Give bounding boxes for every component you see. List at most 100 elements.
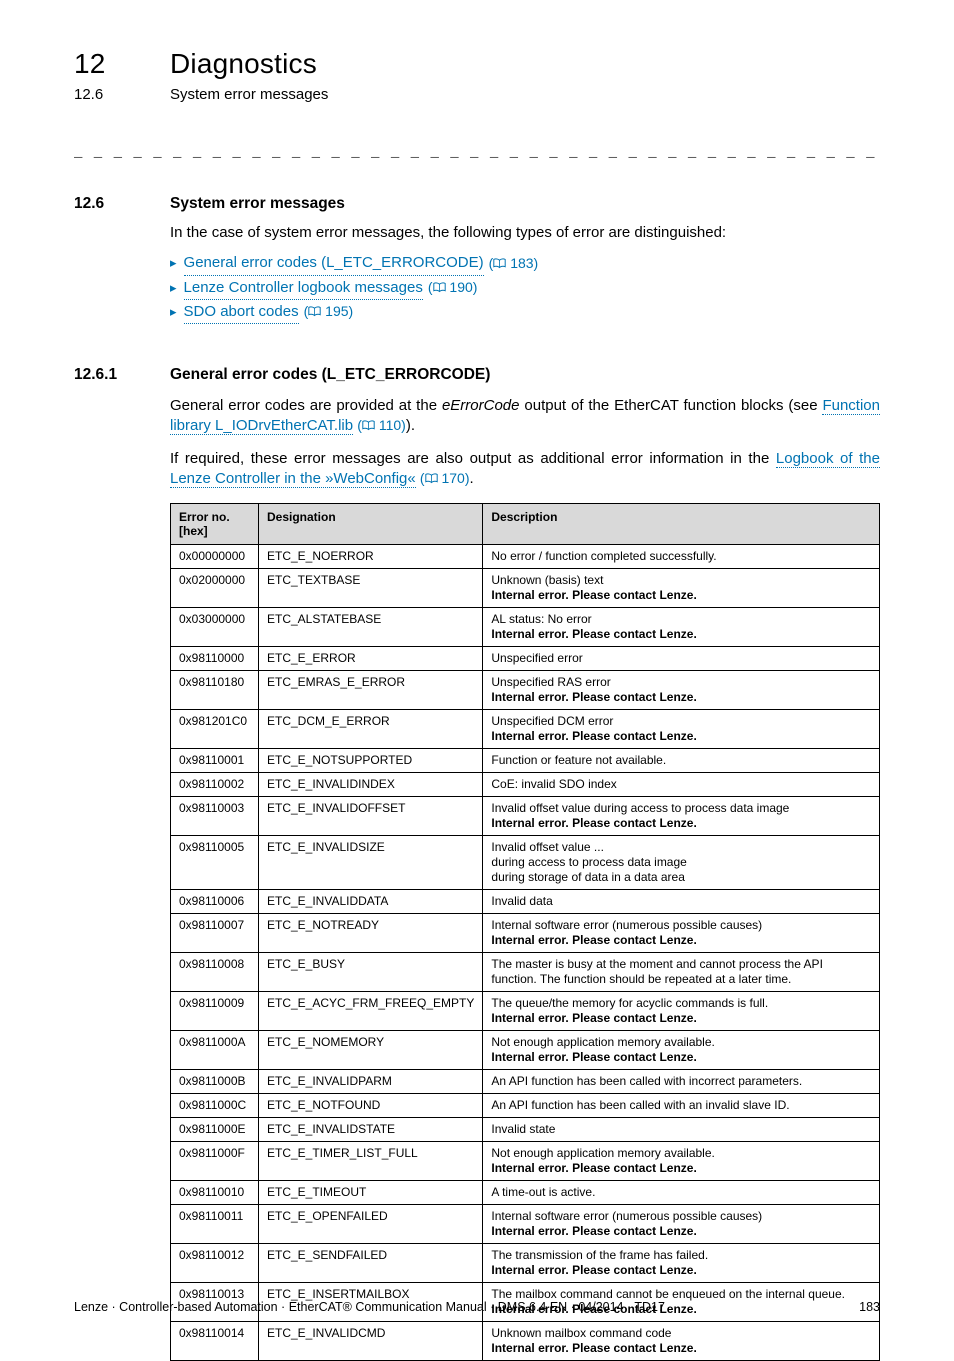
bullet-item: ▸ Lenze Controller logbook messages ( 19… — [170, 276, 880, 300]
book-icon — [433, 282, 446, 293]
chapter-title: Diagnostics — [170, 48, 317, 79]
table-row: 0x02000000ETC_TEXTBASEUnknown (basis) te… — [171, 569, 880, 608]
page-ref-number: 190 — [449, 279, 472, 295]
cell-error-no: 0x98110009 — [171, 992, 259, 1031]
table-row: 0x03000000ETC_ALSTATEBASEAL status: No e… — [171, 608, 880, 647]
cell-description: Internal software error (numerous possib… — [483, 914, 880, 953]
cell-description: Invalid offset value during access to pr… — [483, 797, 880, 836]
cell-description: Unspecified RAS errorInternal error. Ple… — [483, 671, 880, 710]
th-error-no: Error no. [hex] — [171, 504, 259, 545]
page-ref-number: 110 — [379, 417, 401, 433]
page-ref: ( 195) — [304, 301, 354, 323]
cell-error-no: 0x9811000C — [171, 1094, 259, 1118]
page-ref: ( 183) — [489, 253, 539, 275]
subsection-para-2: If required, these error messages are al… — [170, 449, 880, 490]
page-ref: ( 190) — [428, 277, 478, 299]
cell-description: Invalid data — [483, 890, 880, 914]
cell-error-no: 0x98110005 — [171, 836, 259, 890]
cell-error-no: 0x98110180 — [171, 671, 259, 710]
cell-description: Function or feature not available. — [483, 749, 880, 773]
cell-error-no: 0x9811000B — [171, 1070, 259, 1094]
cell-error-no: 0x98110012 — [171, 1244, 259, 1283]
cell-error-no: 0x9811000F — [171, 1142, 259, 1181]
link-logbook-messages[interactable]: Lenze Controller logbook messages — [184, 276, 423, 300]
cell-designation: ETC_DCM_E_ERROR — [259, 710, 483, 749]
table-header-row: Error no. [hex] Designation Description — [171, 504, 880, 545]
cell-designation: ETC_EMRAS_E_ERROR — [259, 671, 483, 710]
cell-description: Invalid state — [483, 1118, 880, 1142]
cell-error-no: 0x98110008 — [171, 953, 259, 992]
page-number: 183 — [859, 1300, 880, 1314]
cell-error-no: 0x98110002 — [171, 773, 259, 797]
table-row: 0x98110002ETC_E_INVALIDINDEXCoE: invalid… — [171, 773, 880, 797]
cell-designation: ETC_E_TIMER_LIST_FULL — [259, 1142, 483, 1181]
cell-description: AL status: No errorInternal error. Pleas… — [483, 608, 880, 647]
subsection-number: 12.6.1 — [74, 366, 170, 384]
cell-error-no: 0x981201C0 — [171, 710, 259, 749]
link-general-error-codes[interactable]: General error codes (L_ETC_ERRORCODE) — [184, 251, 484, 275]
text-fragment: . — [469, 470, 473, 487]
cell-description: CoE: invalid SDO index — [483, 773, 880, 797]
cell-description: Unspecified DCM errorInternal error. Ple… — [483, 710, 880, 749]
section-title: System error messages — [170, 195, 345, 212]
table-row: 0x98110005ETC_E_INVALIDSIZEInvalid offse… — [171, 836, 880, 890]
bullet-list: ▸ General error codes (L_ETC_ERRORCODE) … — [170, 251, 880, 324]
th-description: Description — [483, 504, 880, 545]
cell-description: Internal software error (numerous possib… — [483, 1205, 880, 1244]
cell-designation: ETC_E_INVALIDINDEX — [259, 773, 483, 797]
section-number: 12.6 — [74, 195, 170, 213]
table-row: 0x98110014ETC_E_INVALIDCMDUnknown mailbo… — [171, 1322, 880, 1361]
cell-designation: ETC_E_ACYC_FRM_FREEQ_EMPTY — [259, 992, 483, 1031]
section-heading-top: 12.6System error messages — [74, 86, 880, 103]
subsection-title: General error codes (L_ETC_ERRORCODE) — [170, 366, 490, 383]
cell-description: Unspecified error — [483, 647, 880, 671]
text-fragment: General error codes are provided at the — [170, 397, 442, 414]
text-fragment: output of the EtherCAT function blocks (… — [519, 397, 822, 414]
cell-designation: ETC_E_INVALIDDATA — [259, 890, 483, 914]
cell-description: Invalid offset value ...during access to… — [483, 836, 880, 890]
cell-error-no: 0x98110003 — [171, 797, 259, 836]
cell-designation: ETC_E_INVALIDCMD — [259, 1322, 483, 1361]
text-fragment: If required, these error messages are al… — [170, 450, 776, 467]
book-icon — [308, 306, 321, 317]
table-row: 0x98110003ETC_E_INVALIDOFFSETInvalid off… — [171, 797, 880, 836]
cell-designation: ETC_E_NOTSUPPORTED — [259, 749, 483, 773]
bullet-item: ▸ General error codes (L_ETC_ERRORCODE) … — [170, 251, 880, 275]
cell-designation: ETC_E_NOMEMORY — [259, 1031, 483, 1070]
table-row: 0x00000000ETC_E_NOERRORNo error / functi… — [171, 545, 880, 569]
cell-designation: ETC_E_INVALIDPARM — [259, 1070, 483, 1094]
cell-description: No error / function completed successful… — [483, 545, 880, 569]
table-row: 0x9811000BETC_E_INVALIDPARMAn API functi… — [171, 1070, 880, 1094]
table-row: 0x98110000ETC_E_ERRORUnspecified error — [171, 647, 880, 671]
error-codes-table: Error no. [hex] Designation Description … — [170, 503, 880, 1361]
arrow-icon: ▸ — [170, 278, 177, 298]
table-row: 0x98110001ETC_E_NOTSUPPORTEDFunction or … — [171, 749, 880, 773]
table-row: 0x98110009ETC_E_ACYC_FRM_FREEQ_EMPTYThe … — [171, 992, 880, 1031]
cell-error-no: 0x98110006 — [171, 890, 259, 914]
table-row: 0x9811000AETC_E_NOMEMORYNot enough appli… — [171, 1031, 880, 1070]
cell-description: Not enough application memory available.… — [483, 1142, 880, 1181]
section-number-top: 12.6 — [74, 86, 170, 103]
cell-description: A time-out is active. — [483, 1181, 880, 1205]
cell-designation: ETC_E_OPENFAILED — [259, 1205, 483, 1244]
cell-error-no: 0x98110010 — [171, 1181, 259, 1205]
footer-text: Lenze · Controller-based Automation · Et… — [74, 1300, 665, 1314]
cell-description: The master is busy at the moment and can… — [483, 953, 880, 992]
cell-error-no: 0x03000000 — [171, 608, 259, 647]
cell-designation: ETC_E_INVALIDSIZE — [259, 836, 483, 890]
cell-designation: ETC_E_INVALIDSTATE — [259, 1118, 483, 1142]
link-sdo-abort-codes[interactable]: SDO abort codes — [184, 300, 299, 324]
subsection-para-1: General error codes are provided at the … — [170, 396, 880, 437]
chapter-number: 12 — [74, 48, 170, 80]
cell-error-no: 0x9811000A — [171, 1031, 259, 1070]
subsection-heading: 12.6.1General error codes (L_ETC_ERRORCO… — [74, 366, 880, 384]
chapter-heading: 12Diagnostics — [74, 48, 880, 80]
page-ref-number: 195 — [325, 303, 348, 319]
page-ref: ( 110) — [357, 417, 406, 433]
cell-error-no: 0x98110014 — [171, 1322, 259, 1361]
cell-error-no: 0x98110011 — [171, 1205, 259, 1244]
cell-designation: ETC_E_NOTREADY — [259, 914, 483, 953]
table-row: 0x9811000EETC_E_INVALIDSTATEInvalid stat… — [171, 1118, 880, 1142]
table-row: 0x98110180ETC_EMRAS_E_ERRORUnspecified R… — [171, 671, 880, 710]
page-ref-number: 183 — [510, 255, 533, 271]
